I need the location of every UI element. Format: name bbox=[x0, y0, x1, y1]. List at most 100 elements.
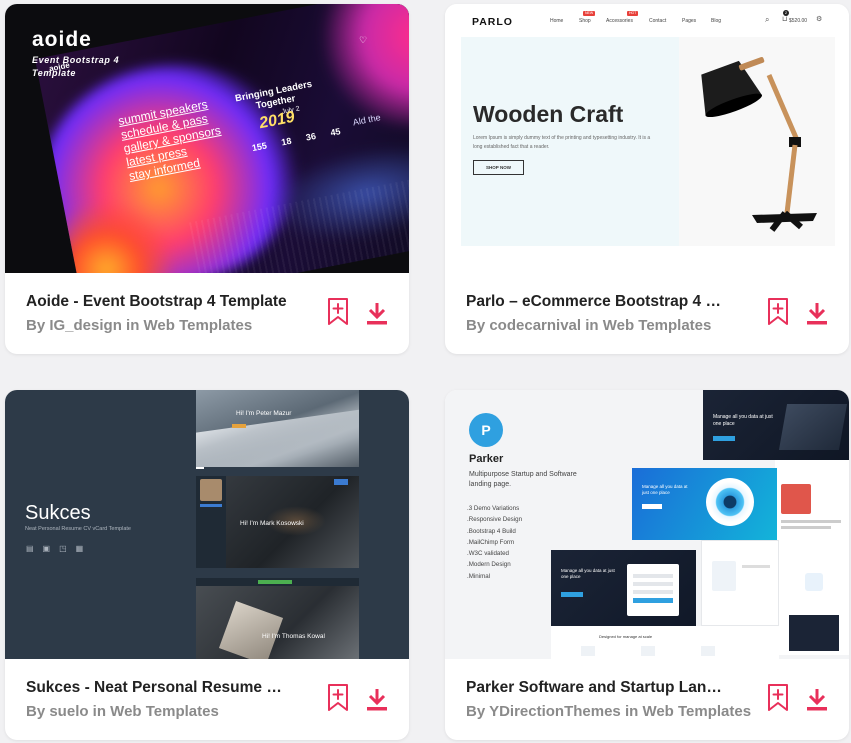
shot-headline: Manage all you data at just one place bbox=[642, 484, 688, 495]
cart-count: 2 bbox=[783, 10, 789, 16]
avatar bbox=[200, 479, 222, 501]
template-title[interactable]: Aoide - Event Bootstrap 4 Template bbox=[26, 293, 306, 311]
shot-box bbox=[641, 646, 655, 656]
template-card[interactable]: PARLO Home Shop NEW Accessories HOT Cont… bbox=[445, 4, 849, 354]
countdown-value: 18 bbox=[280, 135, 293, 148]
parlo-badge-hot: HOT bbox=[627, 11, 639, 16]
countdown-value: 36 bbox=[305, 130, 317, 143]
panel-tag bbox=[258, 580, 292, 584]
template-preview-image[interactable]: aoide summit speakers schedule & pass ga… bbox=[5, 4, 409, 273]
shot-line bbox=[781, 526, 831, 529]
bookmark-plus-icon[interactable] bbox=[327, 683, 349, 713]
panel-writing: Hi! I'm Thomas Kowal bbox=[196, 578, 359, 659]
hand-shape bbox=[218, 600, 284, 659]
parlo-logo: PARLO bbox=[472, 16, 513, 28]
shot-button bbox=[561, 592, 583, 597]
feature-item: .MailChimp Form bbox=[467, 538, 515, 546]
feature-item: .Modern Design bbox=[467, 561, 511, 569]
parlo-nav-item: Blog bbox=[711, 18, 722, 24]
divider bbox=[196, 467, 204, 469]
countdown-value: 45 bbox=[329, 126, 342, 138]
sukces-social-icons: ▤▣◳▦ bbox=[26, 544, 93, 553]
template-card[interactable]: Sukces Neat Personal Resume CV vCard Tem… bbox=[5, 390, 409, 740]
feature-icon bbox=[805, 573, 823, 591]
eye-icon bbox=[706, 478, 754, 526]
shot-line bbox=[742, 565, 770, 568]
template-preview-image[interactable]: P Parker Multipurpose Startup and Softwa… bbox=[445, 390, 849, 659]
parker-description: Multipurpose Startup and Software landin… bbox=[469, 471, 577, 488]
panel-architecture: Hi! I'm Peter Mazur bbox=[196, 390, 359, 467]
feature-item: .Responsive Design bbox=[467, 516, 523, 524]
shot-line bbox=[781, 520, 841, 523]
card-info: Sukces - Neat Personal Resume CV vCard T… bbox=[5, 659, 409, 740]
shot-side-panel bbox=[775, 460, 849, 555]
bookmark-plus-icon[interactable] bbox=[767, 683, 789, 713]
template-title[interactable]: Sukces - Neat Personal Resume CV vCard T… bbox=[26, 679, 288, 697]
form-submit bbox=[633, 598, 673, 603]
template-title[interactable]: Parlo – eCommerce Bootstrap 4 Template bbox=[466, 293, 728, 311]
card-info: Parker Software and Startup Landing Page… bbox=[445, 659, 849, 740]
lamp-illustration bbox=[701, 57, 817, 232]
panel-greeting: Hi! I'm Peter Mazur bbox=[236, 410, 292, 417]
panel-accent-bar bbox=[232, 424, 246, 428]
bookmark-plus-icon[interactable] bbox=[767, 297, 789, 327]
parlo-hero: Wooden Craft Lorem Ipsum is simply dummy… bbox=[461, 37, 835, 246]
panel-tag bbox=[334, 479, 348, 485]
template-author[interactable]: By suelo in Web Templates bbox=[26, 703, 219, 720]
parlo-text: Lorem Ipsum is simply dummy text of the … bbox=[473, 135, 651, 150]
shot-footer: Designed for manage at scale bbox=[551, 626, 779, 659]
download-icon[interactable] bbox=[805, 301, 829, 327]
bookmark-plus-icon[interactable] bbox=[327, 297, 349, 327]
shot-headline: Manage all you data at just one place bbox=[713, 414, 773, 427]
template-card[interactable]: aoide summit speakers schedule & pass ga… bbox=[5, 4, 409, 354]
feature-item: .3 Demo Variations bbox=[467, 505, 520, 512]
shot-dark-block bbox=[789, 615, 839, 651]
shot-box bbox=[701, 646, 715, 656]
shot-feature-panel bbox=[779, 555, 849, 655]
shot-dark-form: Manage all you data at just one place bbox=[551, 550, 696, 626]
parlo-nav-item: Home bbox=[550, 18, 564, 24]
shot-photo bbox=[781, 484, 811, 514]
parlo-shop-button: SHOP NOW bbox=[473, 160, 524, 175]
template-author[interactable]: By codecarnival in Web Templates bbox=[466, 317, 711, 334]
aoide-logo: aoide bbox=[32, 28, 92, 51]
shot-dark-hero: Manage all you data at just one place bbox=[703, 390, 849, 460]
phone-card bbox=[712, 561, 736, 591]
download-icon[interactable] bbox=[365, 301, 389, 327]
feature-item: .W3C validated bbox=[467, 550, 509, 558]
template-title[interactable]: Parker Software and Startup Landing Page bbox=[466, 679, 728, 697]
shot-button bbox=[713, 436, 735, 441]
sukces-subheading: Neat Personal Resume CV vCard Template bbox=[25, 526, 131, 532]
panel-greeting: Hi! I'm Thomas Kowal bbox=[262, 633, 325, 640]
template-author[interactable]: By YDirectionThemes in Web Templates bbox=[466, 703, 751, 720]
shot-button bbox=[642, 504, 662, 509]
template-author[interactable]: By IG_design in Web Templates bbox=[26, 317, 252, 334]
parlo-badge-new: NEW bbox=[583, 11, 596, 16]
parlo-nav-item: Shop bbox=[579, 18, 591, 24]
template-preview-image[interactable]: PARLO Home Shop NEW Accessories HOT Cont… bbox=[445, 4, 849, 273]
template-card[interactable]: P Parker Multipurpose Startup and Softwa… bbox=[445, 390, 849, 740]
parker-name: Parker bbox=[469, 453, 504, 465]
shot-title: Designed for manage at scale bbox=[599, 634, 653, 639]
download-icon[interactable] bbox=[805, 687, 829, 713]
parker-logo: P bbox=[469, 413, 503, 447]
sukces-heading: Sukces bbox=[25, 502, 91, 524]
panel-sidebar bbox=[196, 476, 226, 568]
aoide-subtitle: Event Bootstrap 4 Template bbox=[32, 55, 120, 78]
settings-icon: ⚙ bbox=[816, 16, 823, 23]
shot-phone bbox=[701, 540, 779, 626]
form-field bbox=[633, 582, 673, 586]
parlo-nav-item: Contact bbox=[649, 18, 667, 24]
card-info: Aoide - Event Bootstrap 4 Template By IG… bbox=[5, 273, 409, 354]
shot-headline: Manage all you data at just one place bbox=[561, 568, 615, 579]
feature-item: .Minimal bbox=[467, 572, 491, 580]
shot-device bbox=[778, 404, 848, 450]
parlo-headline: Wooden Craft bbox=[473, 101, 624, 127]
cart-total: $520.00 bbox=[789, 18, 808, 24]
download-icon[interactable] bbox=[365, 687, 389, 713]
feature-item: .Bootstrap 4 Build bbox=[467, 527, 516, 535]
shot-box bbox=[581, 646, 595, 656]
parlo-nav-item: Pages bbox=[682, 18, 697, 24]
nav-highlight bbox=[200, 504, 222, 507]
template-preview-image[interactable]: Sukces Neat Personal Resume CV vCard Tem… bbox=[5, 390, 409, 659]
